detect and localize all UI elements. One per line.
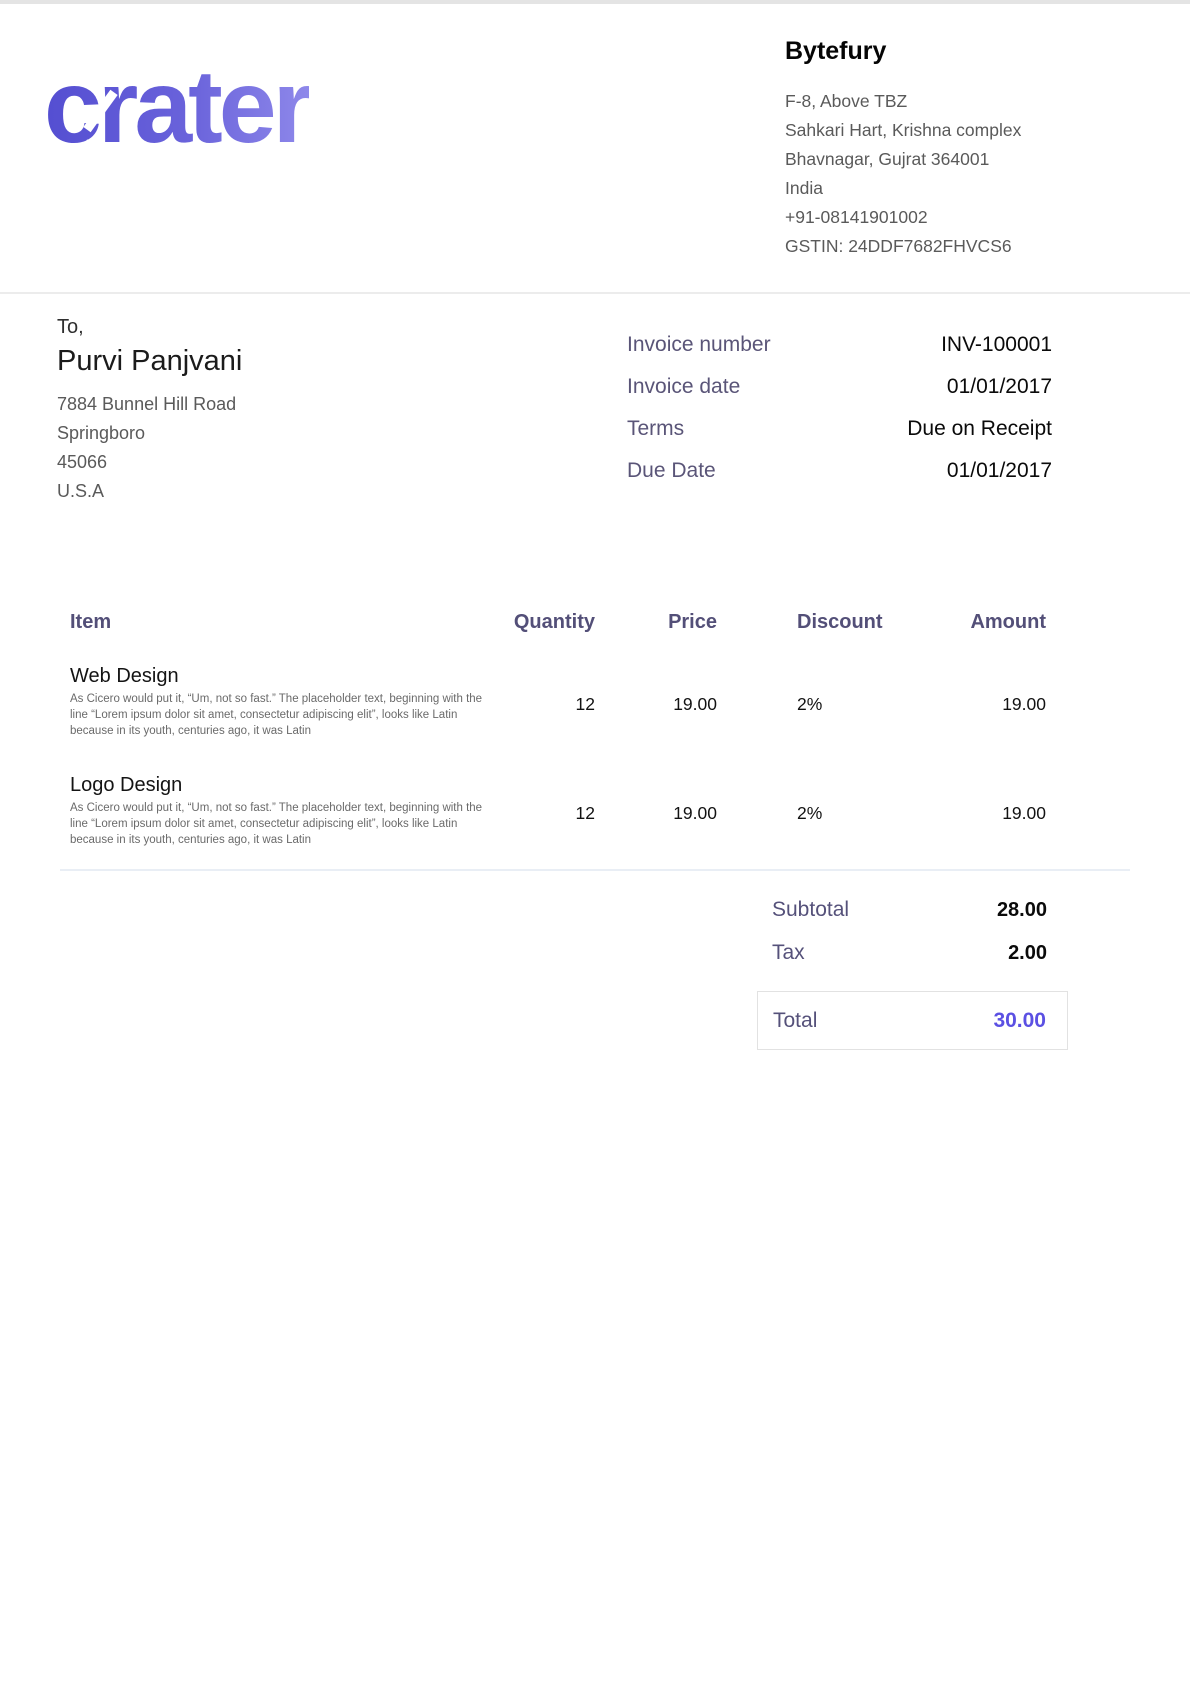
customer-address-line: 7884 Bunnel Hill Road — [57, 390, 242, 419]
item-price: 19.00 — [595, 773, 717, 848]
company-address-line: Sahkari Hart, Krishna complex — [785, 116, 1115, 145]
item-name: Logo Design — [70, 773, 490, 797]
company-name: Bytefury — [785, 36, 1115, 67]
item-quantity: 12 — [490, 773, 595, 848]
subtotal-value: 28.00 — [997, 898, 1047, 923]
item-cell: Web Design As Cicero would put it, “Um, … — [70, 664, 490, 739]
bill-to-block: To, Purvi Panjvani 7884 Bunnel Hill Road… — [57, 312, 242, 506]
column-header-price: Price — [595, 600, 717, 634]
company-address-line: F-8, Above TBZ — [785, 87, 1115, 116]
item-discount: 2% — [717, 773, 897, 848]
company-address-line: Bhavnagar, Gujrat 364001 — [785, 145, 1115, 174]
tax-label: Tax — [772, 940, 805, 965]
item-amount: 19.00 — [897, 773, 1046, 848]
customer-address-line: Springboro — [57, 419, 242, 448]
item-discount: 2% — [717, 664, 897, 739]
due-date-label: Due Date — [627, 458, 716, 483]
company-info-block: Bytefury F-8, Above TBZ Sahkari Hart, Kr… — [785, 36, 1115, 261]
invoice-number-label: Invoice number — [627, 332, 771, 357]
customer-address-line: U.S.A — [57, 477, 242, 506]
terms-row: Terms Due on Receipt — [627, 416, 1052, 441]
item-cell: Logo Design As Cicero would put it, “Um,… — [70, 773, 490, 848]
totals-block: Subtotal 28.00 Tax 2.00 Total 30.00 — [757, 897, 1068, 1050]
invoice-meta-block: Invoice number INV-100001 Invoice date 0… — [627, 332, 1052, 500]
due-date-value: 01/01/2017 — [947, 458, 1052, 483]
subtotal-row: Subtotal 28.00 — [757, 897, 1068, 923]
customer-name: Purvi Panjvani — [57, 343, 242, 380]
column-header-discount: Discount — [717, 600, 897, 634]
subtotal-label: Subtotal — [772, 897, 849, 922]
due-date-row: Due Date 01/01/2017 — [627, 458, 1052, 483]
item-quantity: 12 — [490, 664, 595, 739]
company-phone: +91-08141901002 — [785, 203, 1115, 232]
column-header-amount: Amount — [897, 600, 1046, 634]
window-top-strip — [0, 0, 1190, 4]
table-row: Logo Design As Cicero would put it, “Um,… — [70, 773, 1046, 848]
total-box: Total 30.00 — [757, 991, 1068, 1050]
invoice-date-value: 01/01/2017 — [947, 374, 1052, 399]
column-header-quantity: Quantity — [490, 600, 595, 634]
bill-to-label: To, — [57, 312, 242, 342]
invoice-number-value: INV-100001 — [941, 332, 1052, 357]
invoice-number-row: Invoice number INV-100001 — [627, 332, 1052, 357]
customer-address-line: 45066 — [57, 448, 242, 477]
company-gstin: GSTIN: 24DDF7682FHVCS6 — [785, 232, 1115, 261]
item-price: 19.00 — [595, 664, 717, 739]
tax-value: 2.00 — [1008, 941, 1047, 966]
company-address-line: India — [785, 174, 1115, 203]
invoice-date-row: Invoice date 01/01/2017 — [627, 374, 1052, 399]
total-label: Total — [773, 1008, 817, 1033]
item-name: Web Design — [70, 664, 490, 688]
terms-value: Due on Receipt — [907, 416, 1052, 441]
items-table-header: Item Quantity Price Discount Amount — [70, 600, 1046, 634]
item-amount: 19.00 — [897, 664, 1046, 739]
items-table: Item Quantity Price Discount Amount Web … — [70, 600, 1046, 849]
invoice-date-label: Invoice date — [627, 374, 740, 399]
items-bottom-divider — [60, 869, 1130, 871]
total-value: 30.00 — [993, 1008, 1046, 1033]
header-divider — [0, 292, 1190, 294]
terms-label: Terms — [627, 416, 684, 441]
logo-stencil-cut — [436, 118, 469, 159]
tax-row: Tax 2.00 — [757, 940, 1068, 966]
item-description: As Cicero would put it, “Um, not so fast… — [70, 801, 485, 848]
table-row: Web Design As Cicero would put it, “Um, … — [70, 664, 1046, 739]
item-description: As Cicero would put it, “Um, not so fast… — [70, 692, 485, 739]
column-header-item: Item — [70, 600, 490, 634]
